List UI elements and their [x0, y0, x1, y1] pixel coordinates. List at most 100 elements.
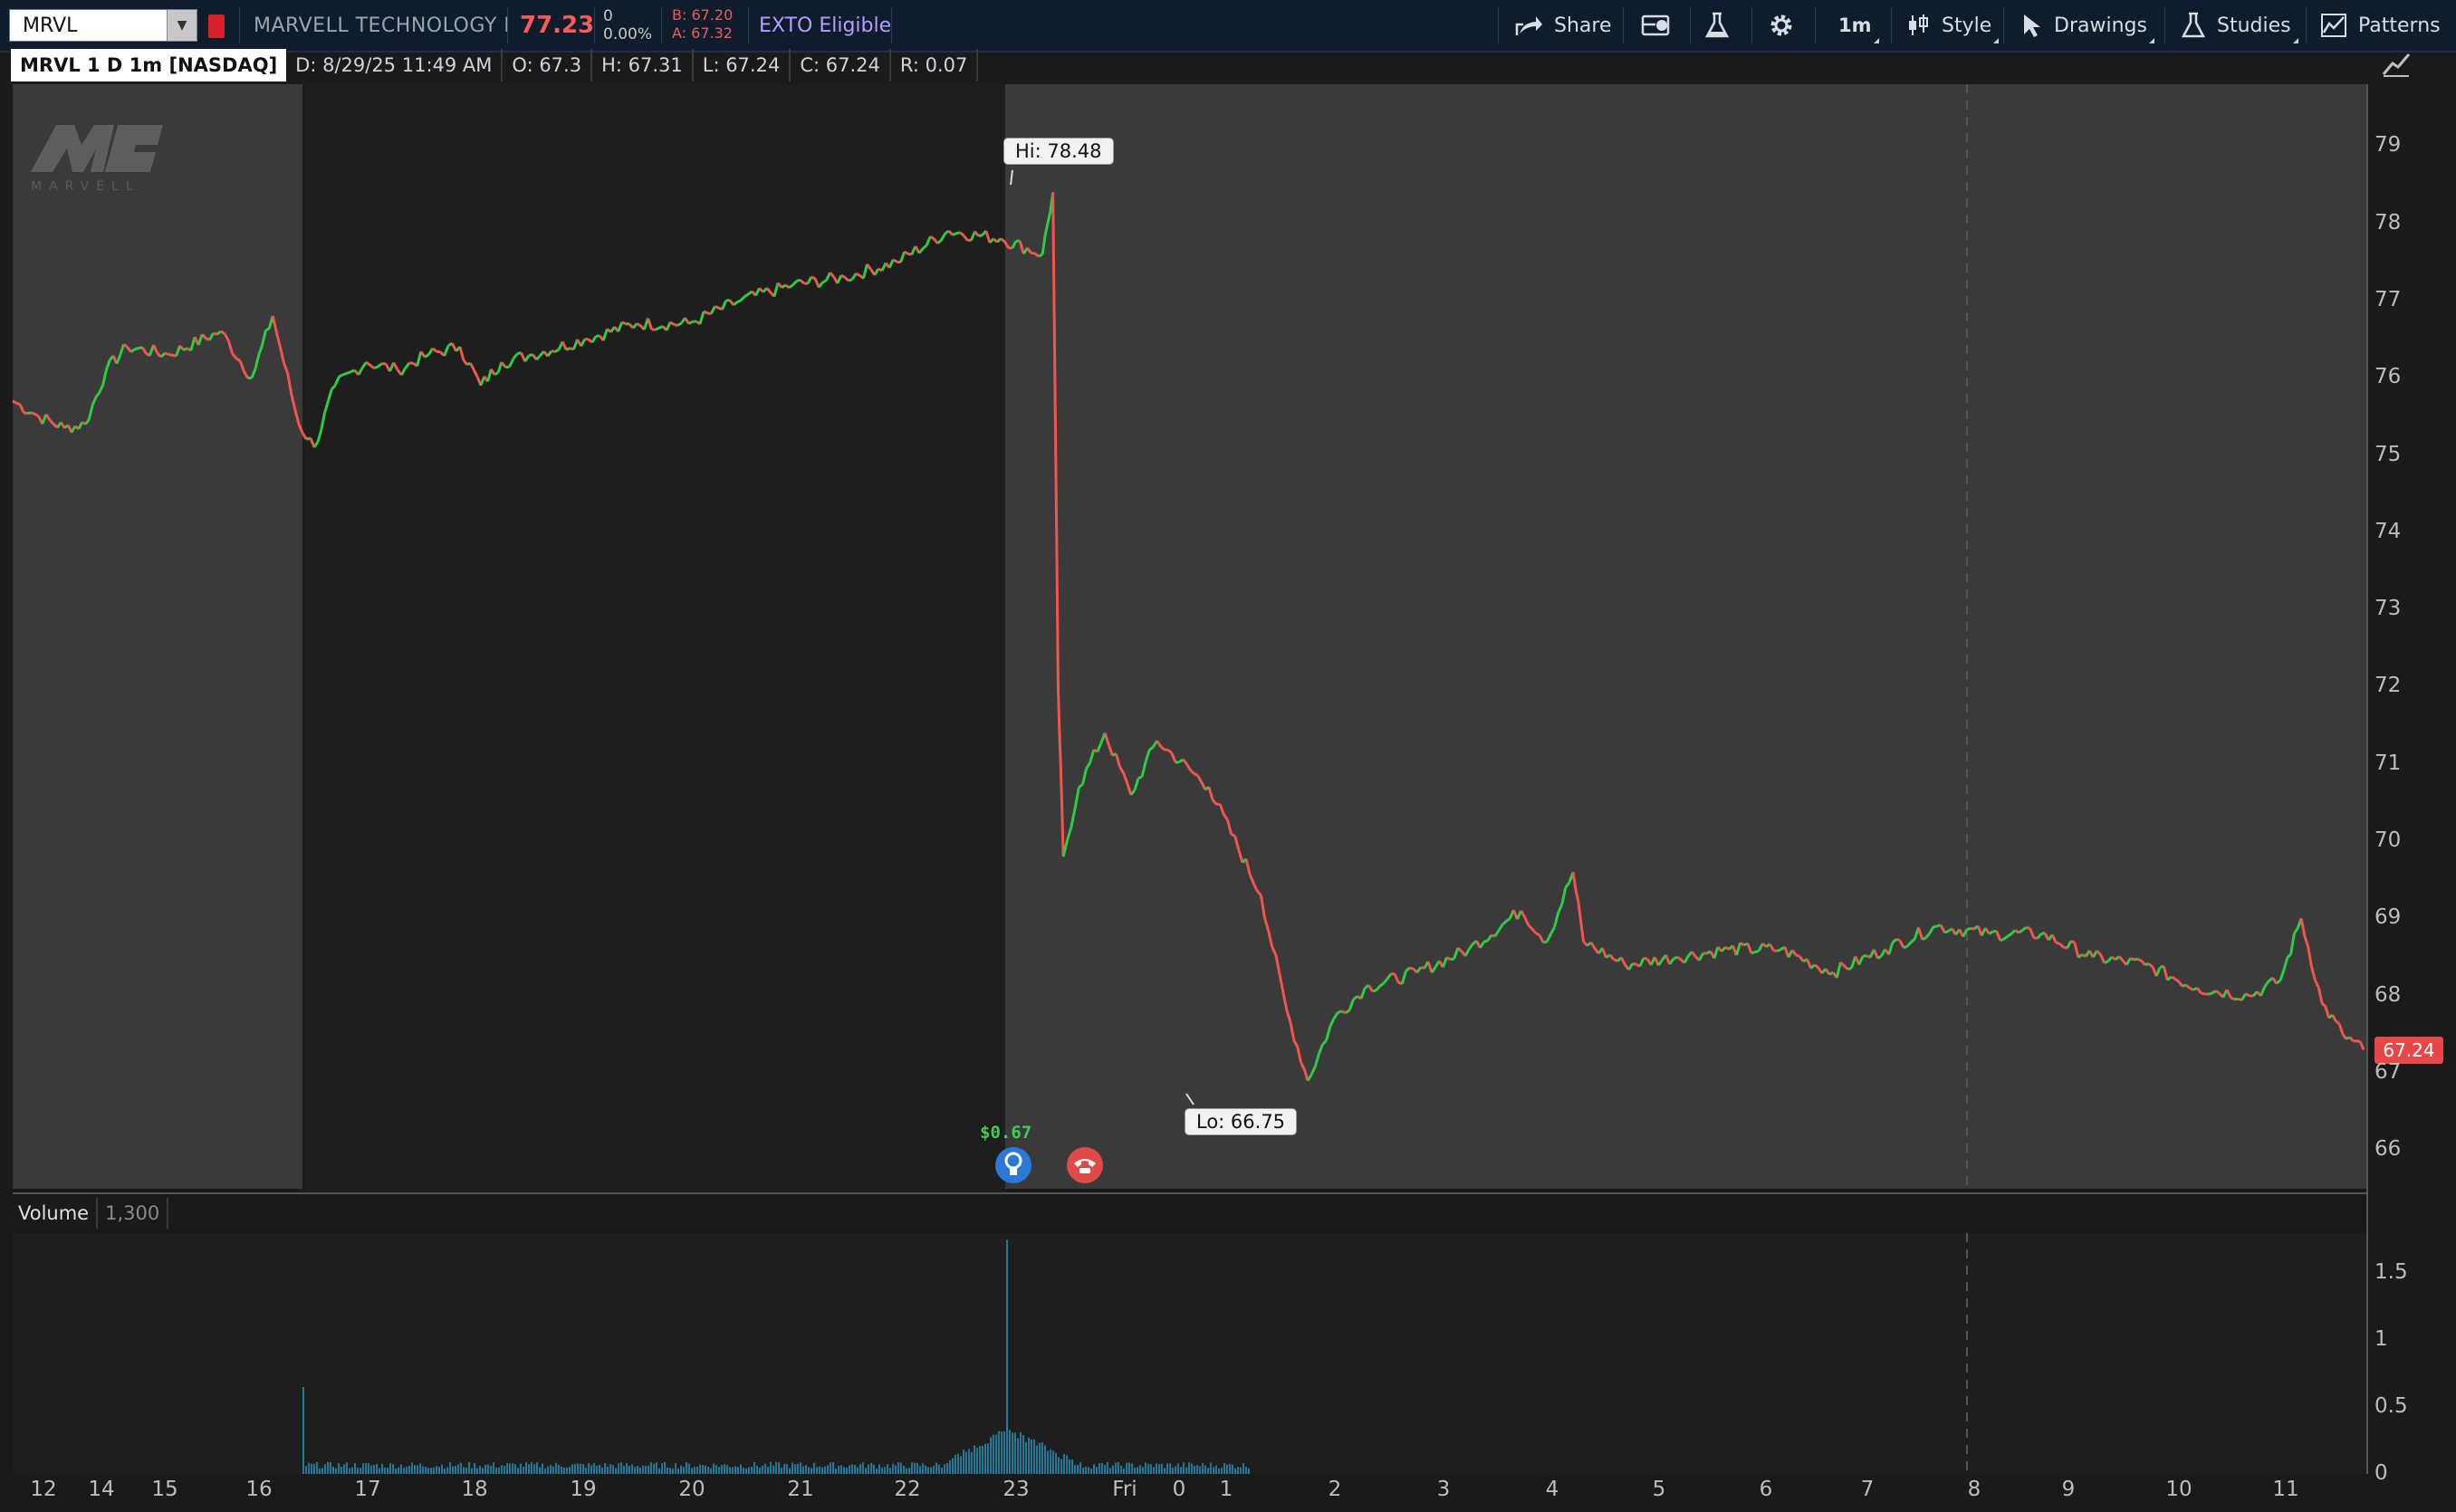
- price-segment: [1054, 434, 1059, 558]
- volume-bar: [582, 1463, 584, 1474]
- volume-bar: [808, 1467, 810, 1474]
- chart-canvas[interactable]: [0, 0, 2456, 1512]
- volume-bar: [302, 1386, 304, 1474]
- volume-bar: [925, 1465, 926, 1474]
- volume-bar: [786, 1464, 788, 1474]
- volume-bar: [816, 1467, 818, 1474]
- volume-bar: [1175, 1466, 1176, 1474]
- volume-bar: [900, 1462, 902, 1474]
- volume-bar: [308, 1462, 310, 1474]
- volume-bar: [544, 1468, 546, 1474]
- price-segment: [183, 347, 188, 351]
- earnings-value: $0.67: [980, 1123, 1032, 1143]
- price-tick-label: 66: [2374, 1137, 2402, 1162]
- volume-bar: [794, 1464, 796, 1474]
- time-tick-label: 10: [2165, 1478, 2192, 1501]
- volume-bar: [487, 1464, 489, 1474]
- volume-bar: [1033, 1439, 1035, 1474]
- volume-bar: [493, 1462, 494, 1474]
- time-tick-label: 20: [678, 1478, 705, 1501]
- volume-tick-label: 0: [2374, 1461, 2388, 1485]
- price-segment: [1337, 1010, 1342, 1014]
- volume-bar: [957, 1453, 959, 1474]
- volume-bar: [721, 1465, 723, 1474]
- volume-bar: [1085, 1466, 1087, 1474]
- chart-settings-icon[interactable]: [2380, 51, 2413, 78]
- volume-bar: [1142, 1467, 1144, 1474]
- volume-bar: [1218, 1469, 1220, 1474]
- price-segment: [1450, 957, 1454, 962]
- volume-bar: [628, 1465, 630, 1474]
- volume-bar: [370, 1465, 372, 1474]
- volume-bar: [313, 1463, 315, 1474]
- volume-bar: [1003, 1431, 1005, 1474]
- volume-bar: [1060, 1459, 1062, 1474]
- volume-bar: [955, 1454, 956, 1474]
- volume-bar: [1196, 1465, 1198, 1474]
- volume-bar: [658, 1468, 660, 1474]
- time-tick-label: 18: [461, 1478, 488, 1501]
- price-segment: [27, 411, 32, 415]
- volume-bar: [797, 1463, 799, 1474]
- volume-bar: [838, 1466, 839, 1474]
- price-segment: [1970, 926, 1975, 931]
- volume-bar: [569, 1466, 571, 1474]
- price-segment: [436, 349, 441, 354]
- price-segment: [848, 278, 853, 282]
- volume-bar: [729, 1467, 731, 1474]
- volume-bar: [974, 1445, 975, 1474]
- chart-ticker-desc[interactable]: MRVL 1 D 1m [NASDAQ]: [11, 49, 287, 81]
- volume-bar: [680, 1465, 682, 1474]
- volume-bar: [960, 1456, 962, 1474]
- volume-bar: [1131, 1463, 1133, 1474]
- volume-bar: [691, 1468, 693, 1474]
- volume-bar: [884, 1467, 886, 1474]
- price-segment: [554, 348, 560, 353]
- price-segment: [1903, 944, 1908, 950]
- price-segment: [1445, 956, 1452, 961]
- volume-bar: [639, 1467, 641, 1474]
- volume-bar: [1194, 1466, 1195, 1474]
- volume-bar: [1172, 1468, 1174, 1474]
- time-tick-label: 7: [1860, 1478, 1875, 1501]
- volume-bar: [696, 1466, 698, 1474]
- time-tick-label: 19: [570, 1478, 597, 1501]
- price-segment: [15, 401, 21, 407]
- time-tick-label: 8: [1967, 1478, 1981, 1501]
- earnings-event-button[interactable]: [995, 1147, 1031, 1183]
- volume-bar: [783, 1463, 785, 1474]
- volume-bar: [903, 1465, 905, 1474]
- volume-bar: [1025, 1441, 1027, 1474]
- price-segment: [655, 326, 660, 331]
- volume-bar: [979, 1446, 981, 1474]
- volume-bar: [762, 1465, 763, 1474]
- price-segment: [1137, 775, 1143, 780]
- price-segment: [1933, 924, 1938, 929]
- time-tick-label: 0: [1172, 1478, 1186, 1501]
- volume-label[interactable]: Volume: [11, 1198, 99, 1229]
- volume-bar: [1207, 1468, 1209, 1474]
- volume-bar: [379, 1468, 380, 1474]
- volume-bar: [1147, 1463, 1149, 1474]
- volume-bar: [506, 1463, 508, 1474]
- volume-bar: [615, 1468, 617, 1474]
- price-segment: [346, 370, 351, 375]
- volume-bar: [1213, 1467, 1214, 1474]
- volume-bar: [338, 1463, 340, 1474]
- volume-bar: [1098, 1463, 1100, 1474]
- price-tick-label: 68: [2374, 982, 2402, 1007]
- volume-bar: [672, 1468, 674, 1474]
- volume-bar: [976, 1448, 978, 1474]
- volume-bar: [667, 1467, 668, 1474]
- volume-bar: [963, 1450, 964, 1474]
- volume-bar: [341, 1467, 342, 1474]
- volume-bar: [669, 1468, 671, 1474]
- bar-open: O: 67.3: [503, 49, 593, 81]
- phone-icon: [1074, 1159, 1096, 1173]
- time-tick-label: 1: [1219, 1478, 1233, 1501]
- volume-bar: [661, 1462, 663, 1474]
- volume-bar: [599, 1464, 600, 1474]
- price-segment: [892, 258, 898, 263]
- volume-bar: [321, 1468, 323, 1474]
- conference-call-button[interactable]: [1067, 1147, 1103, 1183]
